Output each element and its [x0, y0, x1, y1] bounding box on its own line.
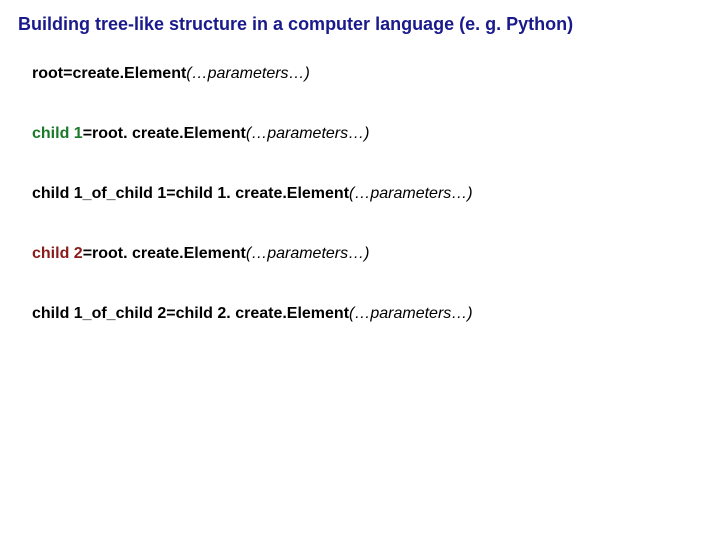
code-line: child 1=root. create.Element(…parameters…: [32, 125, 702, 143]
var-name: child 1_of_child 2: [32, 305, 166, 322]
slide: Building tree-like structure in a comput…: [0, 0, 720, 323]
params: (…parameters…): [246, 125, 370, 142]
fn: create.Element: [235, 185, 349, 202]
eq: =: [166, 185, 175, 202]
params: (…parameters…): [246, 245, 370, 262]
code-line: child 1_of_child 1=child 1. create.Eleme…: [32, 185, 702, 203]
code-line: child 1_of_child 2=child 2. create.Eleme…: [32, 305, 702, 323]
code-block: root=create.Element(…parameters…) child …: [18, 65, 702, 323]
params: (…parameters…): [349, 305, 473, 322]
prefix: root.: [92, 245, 132, 262]
eq: =: [83, 245, 92, 262]
prefix: child 1.: [176, 185, 236, 202]
prefix: root.: [92, 125, 132, 142]
eq: =: [83, 125, 92, 142]
prefix: child 2.: [176, 305, 236, 322]
var-name: child 2: [32, 245, 83, 262]
code-line: child 2=root. create.Element(…parameters…: [32, 245, 702, 263]
var-name: root: [32, 65, 63, 82]
fn: create.Element: [132, 245, 246, 262]
eq: =: [166, 305, 175, 322]
fn: create.Element: [235, 305, 349, 322]
fn: create.Element: [132, 125, 246, 142]
slide-title: Building tree-like structure in a comput…: [18, 14, 702, 35]
fn: create.Element: [72, 65, 186, 82]
var-name: child 1: [32, 125, 83, 142]
params: (…parameters…): [186, 65, 310, 82]
code-line: root=create.Element(…parameters…): [32, 65, 702, 83]
var-name: child 1_of_child 1: [32, 185, 166, 202]
params: (…parameters…): [349, 185, 473, 202]
